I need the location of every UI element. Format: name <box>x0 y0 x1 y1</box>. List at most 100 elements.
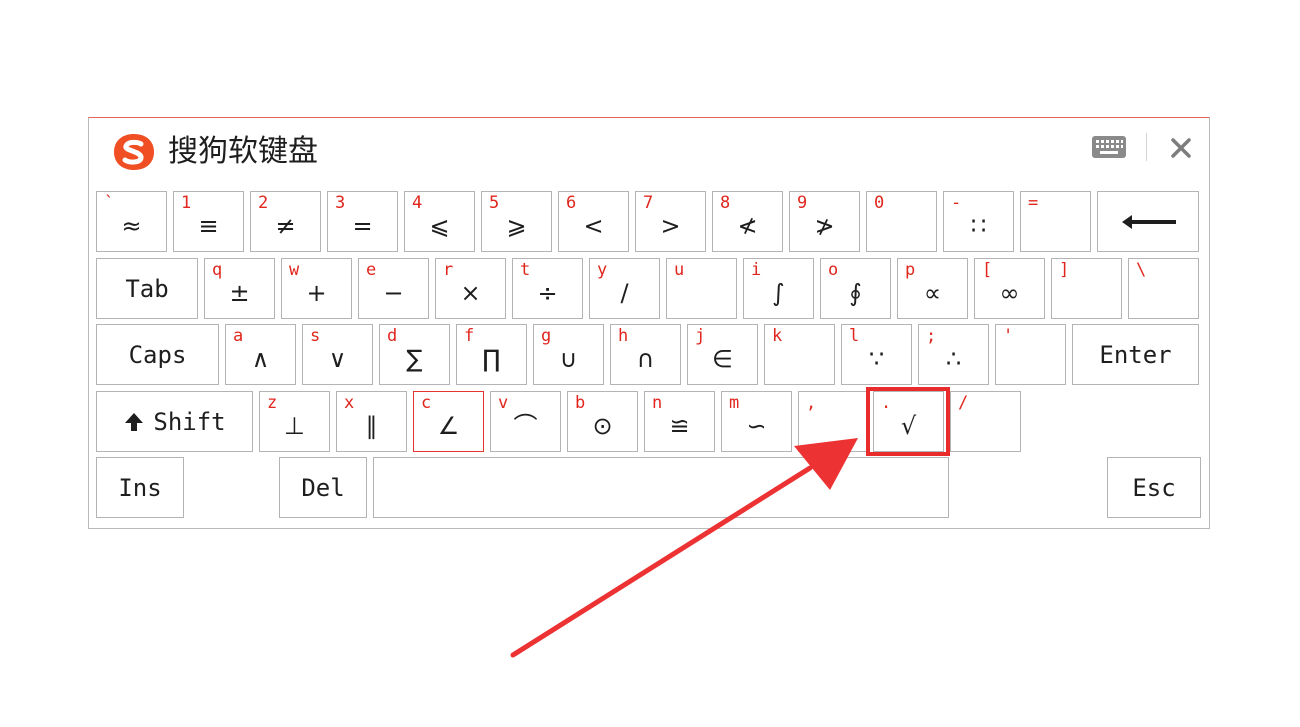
key-symbol: + <box>306 279 327 307</box>
key-symbol: ∮ <box>849 279 862 307</box>
key-n[interactable]: n ≌ <box>644 391 715 452</box>
key-2[interactable]: 2 ≠ <box>250 191 321 252</box>
key-u[interactable]: u <box>666 258 737 319</box>
key-g[interactable]: g ∪ <box>533 324 604 385</box>
key-shift-content: Shift <box>97 392 252 451</box>
key-enter[interactable]: Enter <box>1072 324 1199 385</box>
key-semicolon[interactable]: ; ∴ <box>918 324 989 385</box>
key-t[interactable]: t ÷ <box>512 258 583 319</box>
key-symbol: ÷ <box>537 279 558 307</box>
key-symbol: ∪ <box>559 345 578 373</box>
key-symbol: ∽ <box>746 412 767 440</box>
key-symbol: ∨ <box>328 345 347 373</box>
key-9[interactable]: 9 ≯ <box>789 191 860 252</box>
key-rbracket[interactable]: ] <box>1051 258 1122 319</box>
key-1[interactable]: 1 ≡ <box>173 191 244 252</box>
key-y[interactable]: y ∕ <box>589 258 660 319</box>
key-symbol: ⊙ <box>592 412 613 440</box>
key-backslash[interactable]: \ <box>1128 258 1199 319</box>
key-symbol: ∴ <box>945 345 962 373</box>
key-label: Del <box>301 473 345 502</box>
key-q[interactable]: q ± <box>204 258 275 319</box>
key-symbol: ∝ <box>923 279 942 307</box>
key-equal[interactable]: = <box>1020 191 1091 252</box>
key-char: u <box>674 260 685 280</box>
key-p[interactable]: p ∝ <box>897 258 968 319</box>
key-backtick[interactable]: ` ≈ <box>96 191 167 252</box>
key-5[interactable]: 5 ⩾ <box>481 191 552 252</box>
key-quote[interactable]: ' <box>995 324 1066 385</box>
key-m[interactable]: m ∽ <box>721 391 792 452</box>
key-0[interactable]: 0 <box>866 191 937 252</box>
window-title: 搜狗软键盘 <box>168 134 318 169</box>
key-d[interactable]: d ∑ <box>379 324 450 385</box>
key-symbol: < <box>583 212 604 240</box>
key-symbol: ∈ <box>712 345 733 373</box>
key-symbol: ⌒ <box>513 412 538 440</box>
key-char: \ <box>1136 260 1147 280</box>
key-symbol: ∞ <box>999 279 1020 307</box>
key-comma[interactable]: , <box>798 391 869 452</box>
key-shift[interactable]: Shift <box>96 391 253 452</box>
key-symbol: = <box>352 212 373 240</box>
key-period[interactable]: . √ <box>873 391 944 452</box>
key-8[interactable]: 8 ≮ <box>712 191 783 252</box>
key-v[interactable]: v ⌒ <box>490 391 561 452</box>
key-label: Ins <box>118 473 162 502</box>
key-c[interactable]: c ∠ <box>413 391 484 452</box>
key-symbol: ∏ <box>482 345 501 373</box>
key-4[interactable]: 4 ⩽ <box>404 191 475 252</box>
key-a[interactable]: a ∧ <box>225 324 296 385</box>
key-label: Shift <box>153 407 226 436</box>
key-e[interactable]: e − <box>358 258 429 319</box>
key-esc[interactable]: Esc <box>1107 457 1201 518</box>
key-backspace[interactable] <box>1097 191 1199 252</box>
key-6[interactable]: 6 < <box>558 191 629 252</box>
key-b[interactable]: b ⊙ <box>567 391 638 452</box>
key-space[interactable] <box>373 457 949 518</box>
key-label: Enter <box>1099 340 1172 369</box>
close-icon[interactable] <box>1167 134 1195 162</box>
key-ins[interactable]: Ins <box>96 457 184 518</box>
keyboard-icon[interactable] <box>1091 134 1127 160</box>
key-w[interactable]: w + <box>281 258 352 319</box>
key-h[interactable]: h ∩ <box>610 324 681 385</box>
key-3[interactable]: 3 = <box>327 191 398 252</box>
key-symbol: ≠ <box>275 212 296 240</box>
key-caps[interactable]: Caps <box>96 324 219 385</box>
key-del[interactable]: Del <box>279 457 367 518</box>
key-z[interactable]: z ⊥ <box>259 391 330 452</box>
key-symbol: ⩾ <box>506 212 527 240</box>
key-k[interactable]: k <box>764 324 835 385</box>
key-l[interactable]: l ∵ <box>841 324 912 385</box>
key-label: Tab <box>125 274 169 303</box>
key-symbol: ∷ <box>970 212 987 240</box>
key-x[interactable]: x ∥ <box>336 391 407 452</box>
key-o[interactable]: o ∮ <box>820 258 891 319</box>
key-char: ] <box>1059 260 1070 280</box>
key-tab[interactable]: Tab <box>96 258 198 319</box>
key-char: 0 <box>874 193 885 213</box>
key-i[interactable]: i ∫ <box>743 258 814 319</box>
key-symbol: ∩ <box>636 345 655 373</box>
key-char: = <box>1028 193 1039 213</box>
key-lbracket[interactable]: [∞ <box>974 258 1045 319</box>
key-f[interactable]: f ∏ <box>456 324 527 385</box>
key-symbol: ⩽ <box>429 212 450 240</box>
key-symbol: ∑ <box>406 345 423 373</box>
key-r[interactable]: r × <box>435 258 506 319</box>
key-symbol: > <box>660 212 681 240</box>
shift-arrow-icon <box>125 412 144 431</box>
key-symbol: ∕ <box>620 279 629 307</box>
key-symbol: ∫ <box>772 279 785 307</box>
key-symbol: ⊥ <box>284 412 305 440</box>
key-symbol: ≮ <box>737 212 758 240</box>
key-minus[interactable]: - ∷ <box>943 191 1014 252</box>
key-7[interactable]: 7 > <box>635 191 706 252</box>
key-s[interactable]: s ∨ <box>302 324 373 385</box>
backspace-arrow-icon <box>1122 215 1176 229</box>
key-slash[interactable]: / <box>950 391 1021 452</box>
key-symbol: ∠ <box>437 412 460 440</box>
key-j[interactable]: j ∈ <box>687 324 758 385</box>
key-symbol: ≯ <box>814 212 835 240</box>
